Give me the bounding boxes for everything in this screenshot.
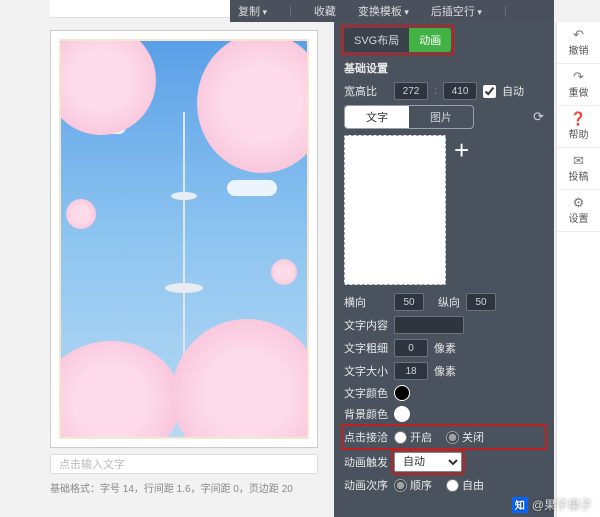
text-content-input[interactable]	[394, 316, 464, 334]
rail-settings-button[interactable]: ⚙设置	[557, 190, 600, 232]
contact-on-radio[interactable]	[394, 431, 407, 444]
redo-icon: ↷	[573, 70, 584, 83]
aspect-sep: :	[434, 85, 437, 97]
rail-redo-button[interactable]: ↷重做	[557, 64, 600, 106]
submit-icon: ✉	[573, 154, 584, 167]
refresh-icon[interactable]: ⟳	[533, 109, 544, 125]
click-contact-label: 点击接洽	[344, 429, 388, 445]
tab-animation[interactable]: 动画	[409, 28, 451, 52]
aspect-auto-checkbox[interactable]	[483, 85, 496, 98]
toolbar-divider-icon: |	[289, 5, 292, 17]
help-icon: ❓	[570, 112, 586, 125]
trigger-select[interactable]: 自动	[394, 452, 462, 472]
contact-off-label: 关闭	[462, 429, 484, 445]
aspect-auto-label: 自动	[502, 83, 524, 99]
media-tab-image[interactable]: 图片	[409, 106, 473, 128]
text-input-placeholder[interactable]: 点击输入文字	[50, 454, 318, 474]
v-spacing-label: 纵向	[438, 294, 460, 310]
bg-color-label: 背景颜色	[344, 406, 388, 422]
aspect-height-input[interactable]	[443, 82, 477, 100]
rail-undo-button[interactable]: ↶撤销	[557, 22, 600, 64]
v-spacing-input[interactable]	[466, 293, 496, 311]
rail-help-button[interactable]: ❓帮助	[557, 106, 600, 148]
sequence-order-label: 顺序	[410, 477, 432, 493]
text-size-unit: 像素	[434, 363, 456, 379]
media-tab-text[interactable]: 文字	[345, 106, 409, 128]
trigger-label: 动画触发	[344, 454, 388, 470]
settings-icon: ⚙	[573, 196, 585, 209]
text-weight-unit: 像素	[434, 340, 456, 356]
undo-icon: ↶	[573, 28, 584, 41]
aspect-width-input[interactable]	[394, 82, 428, 100]
bg-color-swatch[interactable]	[394, 406, 410, 422]
canvas-frame[interactable]	[50, 30, 318, 448]
text-color-label: 文字颜色	[344, 385, 388, 401]
toolbar-copy[interactable]: 复制	[238, 3, 267, 19]
baseline-info: 基础格式：字号 14，行间距 1.6，字间距 0，页边距 20	[50, 480, 330, 495]
toolbar-divider-icon: |	[504, 5, 507, 17]
text-content-label: 文字内容	[344, 317, 388, 333]
content-thumbnail[interactable]	[344, 135, 446, 285]
rail-submit-button[interactable]: ✉投稿	[557, 148, 600, 190]
aspect-label: 宽高比	[344, 83, 388, 99]
text-size-input[interactable]	[394, 362, 428, 380]
toolbar-transform[interactable]: 变换模板	[358, 3, 409, 19]
h-spacing-input[interactable]	[394, 293, 424, 311]
text-size-label: 文字大小	[344, 363, 388, 379]
h-spacing-label: 横向	[344, 294, 388, 310]
add-content-button[interactable]: +	[454, 137, 469, 163]
right-rail: ↶撤销 ↷重做 ❓帮助 ✉投稿 ⚙设置	[556, 22, 600, 517]
contact-off-radio[interactable]	[446, 431, 459, 444]
text-color-swatch[interactable]	[394, 385, 410, 401]
contact-on-label: 开启	[410, 429, 432, 445]
tab-svg-layout[interactable]: SVG布局	[344, 28, 409, 52]
text-weight-input[interactable]	[394, 339, 428, 357]
sequence-label: 动画次序	[344, 477, 388, 493]
properties-panel: SVG布局 动画 基础设置 宽高比 : 自动 文字 图片 ⟳ + 横向 纵向 文…	[334, 22, 554, 517]
sequence-free-label: 自由	[462, 477, 484, 493]
toolbar-favorite[interactable]: 收藏	[314, 3, 336, 19]
toolbar-back-blank[interactable]: 后插空行	[431, 3, 482, 19]
section-basic-title: 基础设置	[344, 60, 544, 76]
text-weight-label: 文字粗细	[344, 340, 388, 356]
sequence-free-radio[interactable]	[446, 479, 459, 492]
sequence-order-radio[interactable]	[394, 479, 407, 492]
